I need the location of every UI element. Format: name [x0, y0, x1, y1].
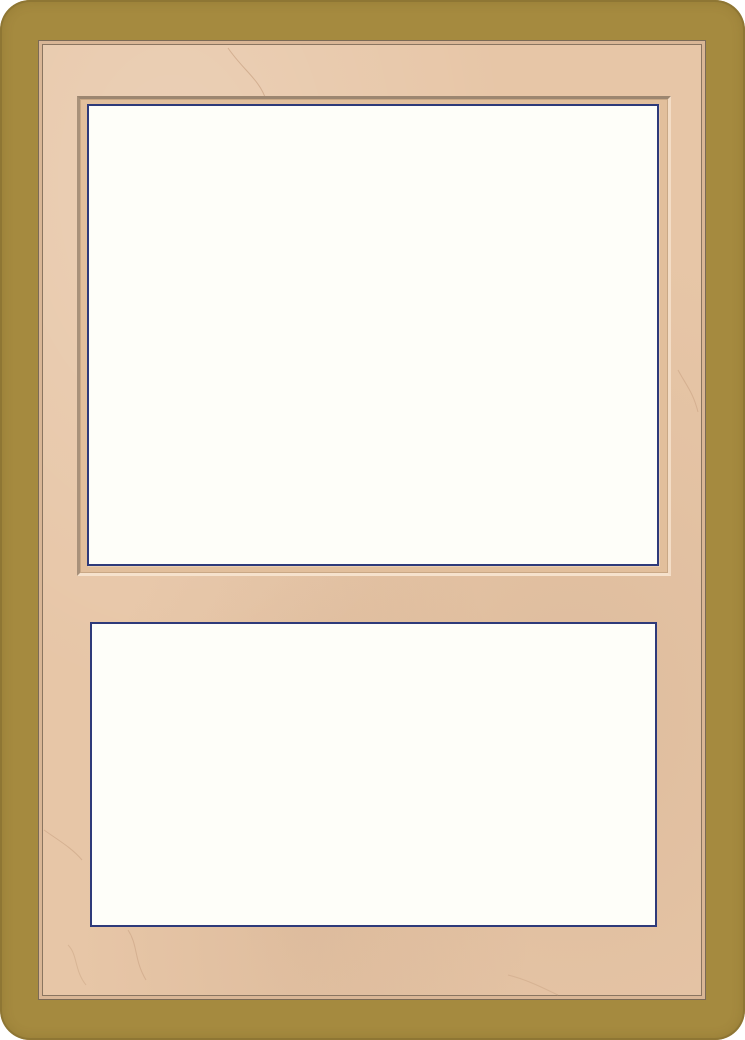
card-frame	[38, 40, 706, 1000]
art-box	[87, 104, 659, 566]
blank-card	[0, 0, 745, 1040]
text-box	[90, 622, 657, 927]
